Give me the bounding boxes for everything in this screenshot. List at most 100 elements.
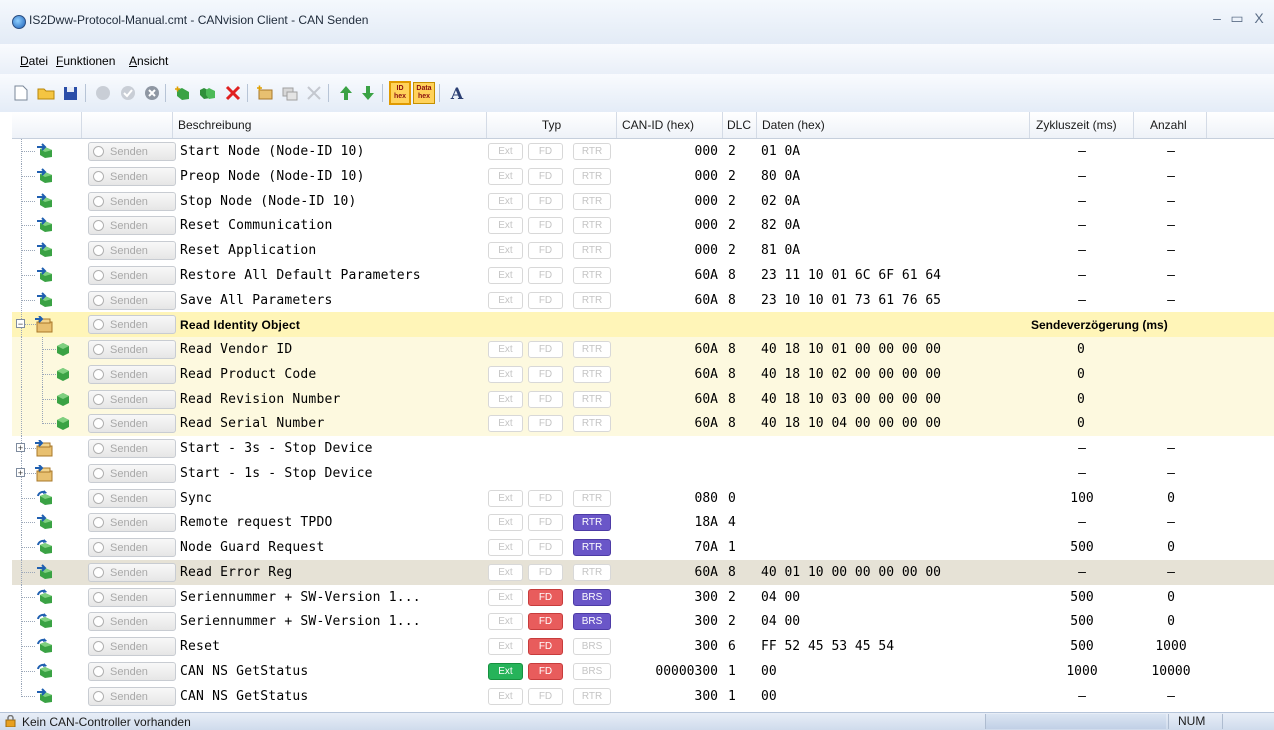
message-row[interactable]: Senden Restore All Default Parameters Ext F… (12, 262, 1274, 288)
expand-icon[interactable]: + (16, 443, 25, 453)
message-row[interactable]: Senden Node Guard Request Ext FD RTR 70A 1 500 0 (12, 535, 1274, 560)
copy-message-icon[interactable] (196, 82, 218, 104)
ext-toggle[interactable]: Ext (488, 638, 523, 655)
send-button[interactable]: Senden (88, 414, 176, 434)
stop-icon[interactable] (141, 82, 163, 104)
rtr-toggle[interactable]: RTR (573, 217, 611, 235)
fd-toggle[interactable]: FD (528, 390, 563, 408)
ext-toggle[interactable]: Ext (488, 588, 523, 606)
rtr-toggle[interactable]: RTR (573, 489, 611, 507)
message-row[interactable]: Senden Reset Application Ext FD RTR 000 2 81 0A… (12, 238, 1274, 263)
fd-toggle[interactable]: FD (528, 489, 563, 507)
group-row[interactable]: + Senden Start - 3s - Stop Device – – (12, 436, 1274, 461)
send-button[interactable]: Senden (88, 290, 176, 310)
send-button[interactable]: Senden (88, 661, 176, 681)
brs-toggle[interactable]: BRS (573, 613, 611, 631)
send-button[interactable]: Senden (88, 265, 176, 285)
menu-ansicht[interactable]: Ansicht (129, 54, 168, 68)
header-daten[interactable]: Daten (hex) (757, 112, 1030, 138)
message-row[interactable]: Senden Remote request TPDO Ext FD RTR 18A 4 – – (12, 510, 1274, 536)
send-button[interactable]: Senden (88, 216, 176, 236)
ext-toggle[interactable]: Ext (488, 143, 523, 160)
message-row[interactable]: Senden Read Serial Number Ext FD RTR 60A 8 40 1… (12, 411, 1274, 437)
fd-toggle[interactable]: FD (528, 266, 563, 284)
rtr-toggle[interactable]: RTR (573, 192, 611, 210)
send-button[interactable]: Senden (88, 340, 176, 359)
ext-toggle[interactable]: Ext (488, 687, 523, 705)
message-row[interactable]: Senden Save All Parameters Ext FD RTR 60A 8 23 … (12, 287, 1274, 313)
message-row[interactable]: Senden Read Error Reg Ext FD RTR 60A 8 40 01 10… (12, 559, 1274, 585)
fd-toggle[interactable]: FD (528, 539, 563, 556)
ext-toggle[interactable]: Ext (488, 365, 523, 383)
collapse-icon[interactable]: − (16, 319, 25, 329)
group-row[interactable]: − Senden Read Identity Object Sendeverzöger… (12, 312, 1274, 338)
message-row[interactable]: Senden Preop Node (Node-ID 10) Ext FD RTR 000… (12, 163, 1274, 189)
rtr-toggle[interactable]: RTR (573, 415, 611, 433)
fd-toggle[interactable]: FD (528, 687, 563, 705)
brs-toggle[interactable]: BRS (573, 662, 611, 680)
rtr-toggle[interactable]: RTR (573, 291, 611, 309)
send-button[interactable]: Senden (88, 241, 176, 260)
ext-toggle[interactable]: Ext (488, 563, 523, 581)
message-row[interactable]: Senden Start Node (Node-ID 10) Ext FD RTR 000… (12, 139, 1274, 164)
fd-toggle[interactable]: FD (528, 613, 563, 631)
rtr-toggle[interactable]: RTR (573, 539, 611, 556)
message-row[interactable]: Senden Seriennummer + SW-Version 1... Ext F… (12, 609, 1274, 635)
move-down-icon[interactable] (357, 82, 379, 104)
expand-icon[interactable]: + (16, 467, 25, 477)
header-beschreibung[interactable]: Beschreibung (173, 112, 487, 138)
new-file-icon[interactable] (10, 82, 32, 104)
ext-toggle[interactable]: Ext (488, 390, 523, 408)
message-row[interactable]: Senden Reset Ext FD BRS 300 6 FF 52 45 53 45 54… (12, 634, 1274, 659)
send-button[interactable]: Senden (88, 191, 176, 211)
ext-toggle[interactable]: Ext (488, 341, 523, 358)
send-button[interactable]: Senden (88, 587, 176, 607)
ext-toggle[interactable]: Ext (488, 291, 523, 309)
send-button[interactable]: Senden (88, 389, 176, 409)
ext-toggle[interactable]: Ext (488, 613, 523, 631)
rtr-toggle[interactable]: RTR (573, 514, 611, 532)
fd-toggle[interactable]: FD (528, 662, 563, 680)
delete-icon[interactable] (222, 82, 244, 104)
message-row[interactable]: Senden CAN NS GetStatus Ext FD BRS 00000300 1 0… (12, 658, 1274, 684)
fd-toggle[interactable]: FD (528, 588, 563, 606)
header-typ[interactable]: Typ (487, 112, 617, 138)
group-row[interactable]: + Senden Start - 1s - Stop Device – – (12, 460, 1274, 486)
message-row[interactable]: Senden Reset Communication Ext FD RTR 000 2 82 … (12, 213, 1274, 239)
send-button[interactable]: Senden (88, 488, 176, 508)
ext-toggle[interactable]: Ext (488, 514, 523, 532)
message-row[interactable]: Senden Read Product Code Ext FD RTR 60A 8 40 18… (12, 361, 1274, 387)
delete-group-icon[interactable] (303, 82, 325, 104)
ext-toggle[interactable]: Ext (488, 415, 523, 433)
open-folder-icon[interactable] (35, 82, 57, 104)
fd-toggle[interactable]: FD (528, 291, 563, 309)
add-group-icon[interactable] (254, 82, 276, 104)
save-icon[interactable] (59, 82, 81, 104)
send-button[interactable]: Senden (88, 637, 176, 656)
move-up-icon[interactable] (335, 82, 357, 104)
message-row[interactable]: Senden CAN NS GetStatus Ext FD RTR 300 1 00 – – (12, 683, 1274, 709)
rtr-toggle[interactable]: RTR (573, 687, 611, 705)
header-dlc[interactable]: DLC (723, 112, 757, 138)
send-button[interactable]: Senden (88, 439, 176, 458)
brs-toggle[interactable]: BRS (573, 638, 611, 655)
ext-toggle[interactable]: Ext (488, 217, 523, 235)
ext-toggle[interactable]: Ext (488, 489, 523, 507)
fd-toggle[interactable]: FD (528, 563, 563, 581)
fd-toggle[interactable]: FD (528, 514, 563, 532)
message-row[interactable]: Senden Stop Node (Node-ID 10) Ext FD RTR 000 2… (12, 188, 1274, 214)
send-button[interactable]: Senden (88, 463, 176, 483)
fd-toggle[interactable]: FD (528, 167, 563, 185)
message-row[interactable]: Senden Read Revision Number Ext FD RTR 60A 8 40… (12, 386, 1274, 412)
id-hex-icon[interactable]: ID hex (389, 81, 411, 105)
ext-toggle[interactable]: Ext (488, 539, 523, 556)
send-button[interactable]: Senden (88, 315, 176, 335)
ext-toggle[interactable]: Ext (488, 662, 523, 680)
fd-toggle[interactable]: FD (528, 143, 563, 160)
header-anzahl[interactable]: Anzahl (1134, 112, 1207, 138)
header-canid[interactable]: CAN-ID (hex) (617, 112, 723, 138)
ext-toggle[interactable]: Ext (488, 167, 523, 185)
minimize-icon[interactable]: – (1208, 9, 1226, 27)
menu-datei[interactable]: Datei (20, 54, 48, 68)
send-button[interactable]: Senden (88, 538, 176, 557)
